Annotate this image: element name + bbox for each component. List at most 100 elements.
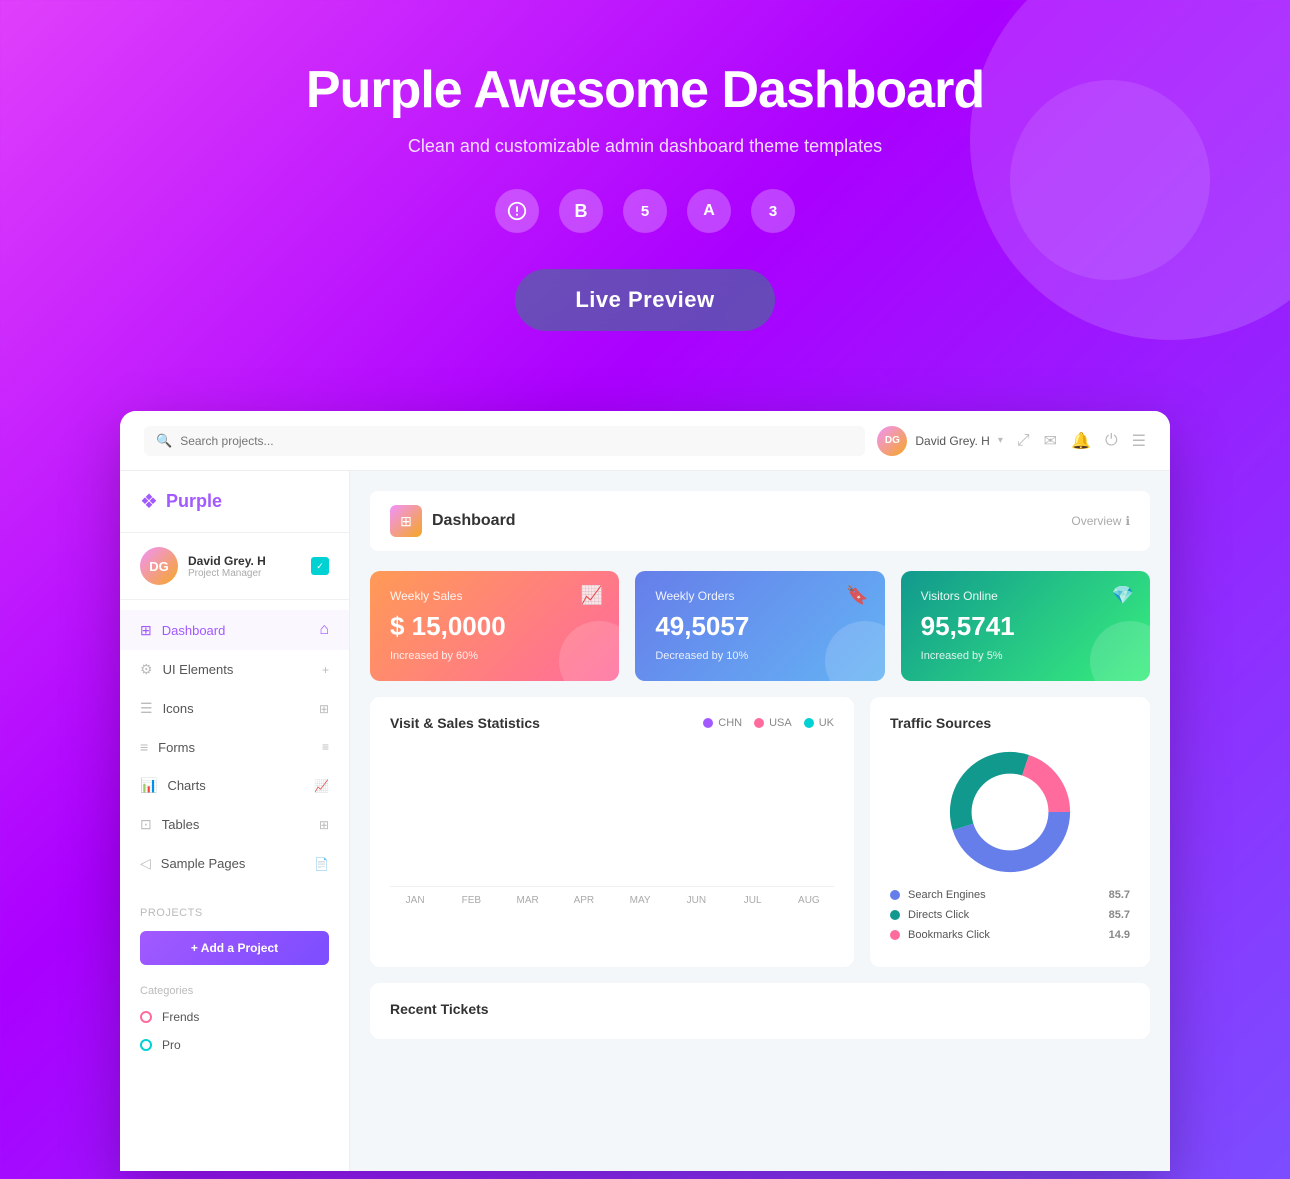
traffic-sources-card: Traffic Sources xyxy=(870,697,1150,967)
traffic-label-search: Search Engines xyxy=(908,889,986,901)
bar-label-aug: AUG xyxy=(784,895,834,906)
charts-nav-icon: 📊 xyxy=(140,777,157,794)
traffic-dot-direct xyxy=(890,910,900,920)
category-pro[interactable]: Pro xyxy=(120,1031,349,1059)
navbar-avatar: DG xyxy=(877,426,907,456)
traffic-dot-bookmarks xyxy=(890,930,900,940)
bar-label-jun: JUN xyxy=(671,895,721,906)
page-header: ⊞ Dashboard Overview ℹ xyxy=(370,491,1150,551)
sidebar-avatar: DG xyxy=(140,547,178,585)
stat-card-visitors: Visitors Online 95,5741 Increased by 5% … xyxy=(901,571,1150,681)
donut-chart xyxy=(945,747,1075,877)
legend-label-chn: CHN xyxy=(718,717,742,729)
sample-pages-nav-indicator: 📄 xyxy=(314,857,329,871)
sidebar-item-ui-elements[interactable]: ⚙ UI Elements + xyxy=(120,650,349,689)
chart-legend: CHN USA UK xyxy=(703,717,834,729)
bell-icon[interactable]: 🔔 xyxy=(1071,431,1091,451)
dashboard-nav-indicator: ⌂ xyxy=(319,621,329,639)
legend-usa: USA xyxy=(754,717,792,729)
sidebar-nav: ⊞ Dashboard ⌂ ⚙ UI Elements + ☰ Icons xyxy=(120,600,349,893)
hero-title: Purple Awesome Dashboard xyxy=(20,60,1270,120)
stats-grid: Weekly Sales $ 15,0000 Increased by 60% … xyxy=(370,571,1150,681)
sidebar-item-sample-pages[interactable]: ◁ Sample Pages 📄 xyxy=(120,844,349,883)
sidebar-item-label: UI Elements xyxy=(163,662,234,677)
live-preview-button[interactable]: Live Preview xyxy=(515,269,774,331)
traffic-label-direct: Directs Click xyxy=(908,909,969,921)
stat-icon-weekly-orders: 🔖 xyxy=(846,585,868,606)
sass-icon xyxy=(495,189,539,233)
hero-section: Purple Awesome Dashboard Clean and custo… xyxy=(0,0,1290,371)
sidebar-item-forms[interactable]: ≡ Forms ≡ xyxy=(120,728,349,766)
traffic-item-search: Search Engines 85.7 xyxy=(890,889,1130,901)
tech-icons-row: B 5 A 3 xyxy=(20,189,1270,233)
category-frends[interactable]: Frends xyxy=(120,1003,349,1031)
legend-dot-chn xyxy=(703,718,713,728)
chevron-down-icon: ▾ xyxy=(998,435,1003,446)
sidebar-item-label: Dashboard xyxy=(162,623,226,638)
sidebar-item-charts[interactable]: 📊 Charts 📈 xyxy=(120,766,349,805)
visit-sales-chart-card: Visit & Sales Statistics CHN USA xyxy=(370,697,854,967)
navbar-right: DG David Grey. H ▾ ⤢ ✉ 🔔 ⏻ ☰ xyxy=(877,426,1146,456)
sidebar-badge: ✓ xyxy=(311,557,329,575)
recent-tickets-section: Recent Tickets xyxy=(370,983,1150,1039)
legend-dot-uk xyxy=(804,718,814,728)
tables-nav-indicator: ⊞ xyxy=(319,818,329,832)
html5-icon: 5 xyxy=(623,189,667,233)
main-content: ⊞ Dashboard Overview ℹ Weekly Sales $ 15… xyxy=(350,471,1170,1171)
expand-icon[interactable]: ⤢ xyxy=(1017,432,1030,450)
sidebar-item-icons[interactable]: ☰ Icons ⊞ xyxy=(120,689,349,728)
legend-label-usa: USA xyxy=(769,717,792,729)
top-navbar: 🔍 DG David Grey. H ▾ ⤢ ✉ 🔔 ⏻ ☰ xyxy=(120,411,1170,471)
add-project-button[interactable]: + Add a Project xyxy=(140,931,329,965)
sidebar-item-label: Tables xyxy=(162,817,200,832)
power-icon[interactable]: ⏻ xyxy=(1105,432,1118,450)
category-dot-pro xyxy=(140,1039,152,1051)
sidebar-item-dashboard[interactable]: ⊞ Dashboard ⌂ xyxy=(120,610,349,650)
navbar-user: DG David Grey. H ▾ xyxy=(877,426,1003,456)
stat-card-weekly-orders: Weekly Orders 49,5057 Decreased by 10% 🔖 xyxy=(635,571,884,681)
bar-chart xyxy=(390,747,834,887)
tables-nav-icon: ⊡ xyxy=(140,816,152,833)
sample-pages-nav-icon: ◁ xyxy=(140,855,151,872)
search-bar[interactable]: 🔍 xyxy=(144,426,865,456)
overview-link[interactable]: Overview ℹ xyxy=(1071,514,1130,528)
bar-label-jan: JAN xyxy=(390,895,440,906)
css3-icon: 3 xyxy=(751,189,795,233)
info-icon: ℹ xyxy=(1125,514,1130,528)
sidebar-user-name: David Grey. H xyxy=(188,554,266,568)
icons-nav-icon: ☰ xyxy=(140,700,153,717)
menu-icon[interactable]: ☰ xyxy=(1132,431,1146,451)
ui-elements-nav-icon: ⚙ xyxy=(140,661,153,678)
page-title: Dashboard xyxy=(432,512,516,530)
legend-dot-usa xyxy=(754,718,764,728)
charts-row: Visit & Sales Statistics CHN USA xyxy=(370,697,1150,967)
category-label-pro: Pro xyxy=(162,1038,181,1052)
forms-nav-indicator: ≡ xyxy=(322,740,329,754)
chart-header: Visit & Sales Statistics CHN USA xyxy=(390,715,834,731)
legend-label-uk: UK xyxy=(819,717,834,729)
sidebar-item-label: Forms xyxy=(158,740,195,755)
traffic-item-bookmarks: Bookmarks Click 14.9 xyxy=(890,929,1130,941)
sidebar-user: DG David Grey. H Project Manager ✓ xyxy=(120,533,349,600)
recent-tickets-title: Recent Tickets xyxy=(390,1001,1130,1017)
page-header-left: ⊞ Dashboard xyxy=(390,505,516,537)
stat-label-visitors: Visitors Online xyxy=(921,589,1130,603)
mail-icon[interactable]: ✉ xyxy=(1044,431,1057,451)
angular-icon: A xyxy=(687,189,731,233)
dash-content: ⊞ Dashboard Overview ℹ Weekly Sales $ 15… xyxy=(350,471,1170,1059)
sidebar: ❖ Purple DG David Grey. H Project Manage… xyxy=(120,471,350,1171)
bootstrap-icon: B xyxy=(559,189,603,233)
bar-label-mar: MAR xyxy=(503,895,553,906)
traffic-dot-search xyxy=(890,890,900,900)
search-input[interactable] xyxy=(180,434,335,448)
stat-card-weekly-sales: Weekly Sales $ 15,0000 Increased by 60% … xyxy=(370,571,619,681)
sidebar-item-tables[interactable]: ⊡ Tables ⊞ xyxy=(120,805,349,844)
sidebar-item-label: Charts xyxy=(167,778,205,793)
bar-labels: JANFEBMARAPRMAYJUNJULAUG xyxy=(390,895,834,906)
page-header-icon: ⊞ xyxy=(390,505,422,537)
sidebar-logo: ❖ Purple xyxy=(120,471,349,533)
donut-container xyxy=(890,747,1130,877)
traffic-value-direct: 85.7 xyxy=(1109,909,1130,921)
bar-label-feb: FEB xyxy=(446,895,496,906)
traffic-item-direct: Directs Click 85.7 xyxy=(890,909,1130,921)
